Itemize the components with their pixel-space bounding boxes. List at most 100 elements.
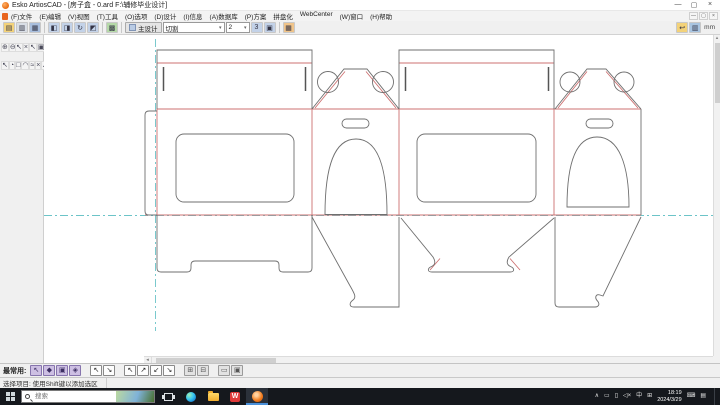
copy-tools-2[interactable]: ↙: [150, 365, 163, 376]
toolbar-separator: [121, 22, 122, 33]
design-tools-tool-0[interactable]: ↖: [29, 43, 37, 52]
clock-date: 2024/3/29: [657, 396, 682, 403]
volume-muted-icon[interactable]: ◁×: [623, 388, 631, 405]
show-desktop-button[interactable]: [714, 388, 717, 405]
layers-icon[interactable]: ▩: [106, 22, 118, 33]
menu-item-(I)信息[interactable]: (I)信息: [183, 11, 202, 21]
open-icon[interactable]: ▤: [3, 22, 15, 33]
view-tools-tool-7[interactable]: ↖: [1, 61, 9, 70]
linestyle-icon[interactable]: ▣: [263, 22, 276, 33]
main-toolbar: ▤ ▥ ▦ ◧ ◨ ↻ ◩ ▩ 主设计 切割 ▾ 2 ▾ 3 ▣ ▦ ↩ ▥ mm: [0, 21, 720, 35]
tool-palettes: ⊕⊖▭◎↻▣/↖◔□◠≈×∠▫△▭~∫↖×+◎∠\▦⊞T∥≡↕▪↖▣⊡TJ▩◇▤…: [0, 35, 196, 363]
select-tools-0[interactable]: ↖: [30, 365, 43, 376]
menu-item-(O)选项[interactable]: (O)选项: [125, 11, 147, 21]
grid-icon[interactable]: ▦: [282, 22, 295, 33]
menu-item-(D)设计[interactable]: (D)设计: [154, 11, 176, 21]
taskbar-clock[interactable]: 18:19 2024/3/29: [657, 390, 681, 404]
linetype-select[interactable]: 切割 ▾: [162, 22, 225, 33]
taskbar-app-artioscad[interactable]: [246, 388, 268, 405]
menu-item-拼盘化[interactable]: 拼盘化: [273, 11, 293, 21]
move-tools-0[interactable]: ↖: [90, 365, 103, 376]
status-bar: 选择项目: 使用Shift键以添加选区: [0, 377, 720, 388]
menu-item-(P)方案[interactable]: (P)方案: [245, 11, 267, 21]
vertical-scroll-thumb[interactable]: [715, 43, 720, 103]
taskbar-search[interactable]: [21, 390, 155, 403]
minimize-button[interactable]: —: [670, 1, 686, 9]
ime-mode-icon[interactable]: ⊞: [647, 388, 652, 405]
file-explorer-icon: [207, 390, 219, 401]
scroll-left-icon[interactable]: ◂: [144, 357, 152, 363]
view-toggles-1[interactable]: ▣: [231, 365, 244, 376]
undo-icon[interactable]: ↩: [676, 22, 689, 33]
vertical-scrollbar[interactable]: ▴: [713, 35, 720, 356]
menu-item-(E)编辑[interactable]: (E)编辑: [39, 11, 61, 21]
zoom-tools-tool-0[interactable]: ↖: [15, 43, 23, 52]
scroll-up-icon[interactable]: ▴: [716, 35, 719, 41]
snap-tools-1[interactable]: ⊟: [197, 365, 210, 376]
menu-item-(A)数据库[interactable]: (A)数据库: [210, 11, 238, 21]
select-tools-1[interactable]: ◆: [43, 365, 56, 376]
main-design-toggle[interactable]: 主设计: [125, 22, 162, 33]
select-tools-2[interactable]: ▣: [56, 365, 69, 376]
child-close-button[interactable]: ×: [709, 12, 718, 20]
quickbar-group-snap-tools: ⊞ ⊟: [184, 365, 210, 376]
search-highlight-image[interactable]: [116, 391, 154, 402]
copy-tools-3[interactable]: ↘: [163, 365, 176, 376]
top-flap-left: [156, 49, 313, 109]
rebuild-icon[interactable]: ↻: [74, 22, 86, 33]
workspace-icon[interactable]: ▥: [689, 22, 702, 33]
pointsize-select[interactable]: 2 ▾: [225, 22, 250, 33]
menu-item-(V)视图[interactable]: (V)视图: [68, 11, 90, 21]
pointsize-icon[interactable]: 3: [250, 22, 263, 33]
move-tools-1[interactable]: ↘: [103, 365, 116, 376]
scrollbar-corner: [713, 356, 720, 363]
dimension-icon[interactable]: ◩: [87, 22, 99, 33]
view-tools-tool-0[interactable]: ⊕: [1, 43, 9, 52]
top-flap-right: [398, 49, 555, 109]
horizontal-scroll-thumb[interactable]: [156, 357, 276, 363]
view-toggles-0[interactable]: ▭: [218, 365, 231, 376]
dieline-svg: [44, 39, 713, 331]
task-view-button[interactable]: [162, 392, 175, 401]
linetype-value: 切割: [165, 25, 179, 33]
ime-chinese-indicator[interactable]: 中: [636, 388, 642, 405]
child-minimize-button[interactable]: —: [689, 12, 698, 20]
menu-item-(W)窗口[interactable]: (W)窗口: [340, 11, 363, 21]
windows-taskbar: W ∧ ▭ ▯ ◁× 中 ⊞ 18:19 2024/3/29 ⌨▤: [0, 388, 720, 405]
bottom-flap-left: [156, 215, 313, 273]
esko-app-icon: [2, 1, 9, 9]
menu-item-(F)文件[interactable]: (F)文件: [11, 11, 32, 21]
design-canvas[interactable]: ▴ ◂: [44, 35, 720, 363]
report-icon[interactable]: ◧: [48, 22, 60, 33]
maximize-button[interactable]: ▢: [686, 1, 702, 9]
notification-icon[interactable]: ▤: [700, 388, 706, 405]
copy-tools-0[interactable]: ↖: [124, 365, 137, 376]
print-icon[interactable]: ▥: [16, 22, 28, 33]
bottom-flap-gable1: [311, 216, 400, 308]
dieline-drawing[interactable]: [44, 35, 713, 356]
save-icon[interactable]: ▦: [29, 22, 41, 33]
touch-keyboard-icon[interactable]: ⌨: [687, 388, 696, 405]
taskbar-app-edge[interactable]: [180, 388, 202, 405]
handle-slot-1: [341, 118, 370, 129]
horizontal-scrollbar[interactable]: ◂: [144, 356, 713, 363]
menu-item-(H)帮助[interactable]: (H)帮助: [370, 11, 392, 21]
title-bar: Esko ArtiosCAD - [房子盒 - 0.ard F:\辅修毕业设计]…: [0, 0, 720, 11]
export-icon[interactable]: ◨: [61, 22, 73, 33]
start-button[interactable]: [0, 388, 20, 405]
chevron-down-icon: ▾: [218, 24, 222, 31]
taskbar-app-explorer[interactable]: [202, 388, 224, 405]
child-restore-button[interactable]: ▢: [699, 12, 708, 20]
snap-tools-0[interactable]: ⊞: [184, 365, 197, 376]
menu-item-(T)工具[interactable]: (T)工具: [97, 11, 118, 21]
copy-tools-1[interactable]: ↗: [137, 365, 150, 376]
battery-icon[interactable]: ▯: [615, 388, 618, 405]
search-input[interactable]: [33, 392, 103, 401]
chevron-up-icon[interactable]: ∧: [595, 388, 599, 405]
window-title: Esko ArtiosCAD - [房子盒 - 0.ard F:\辅修毕业设计]: [12, 2, 168, 9]
taskbar-app-wps[interactable]: W: [224, 388, 246, 405]
display-icon[interactable]: ▭: [604, 388, 610, 405]
menu-item-WebCenter[interactable]: WebCenter: [300, 11, 333, 21]
close-button[interactable]: ×: [702, 1, 718, 9]
select-tools-3[interactable]: ◈: [69, 365, 82, 376]
